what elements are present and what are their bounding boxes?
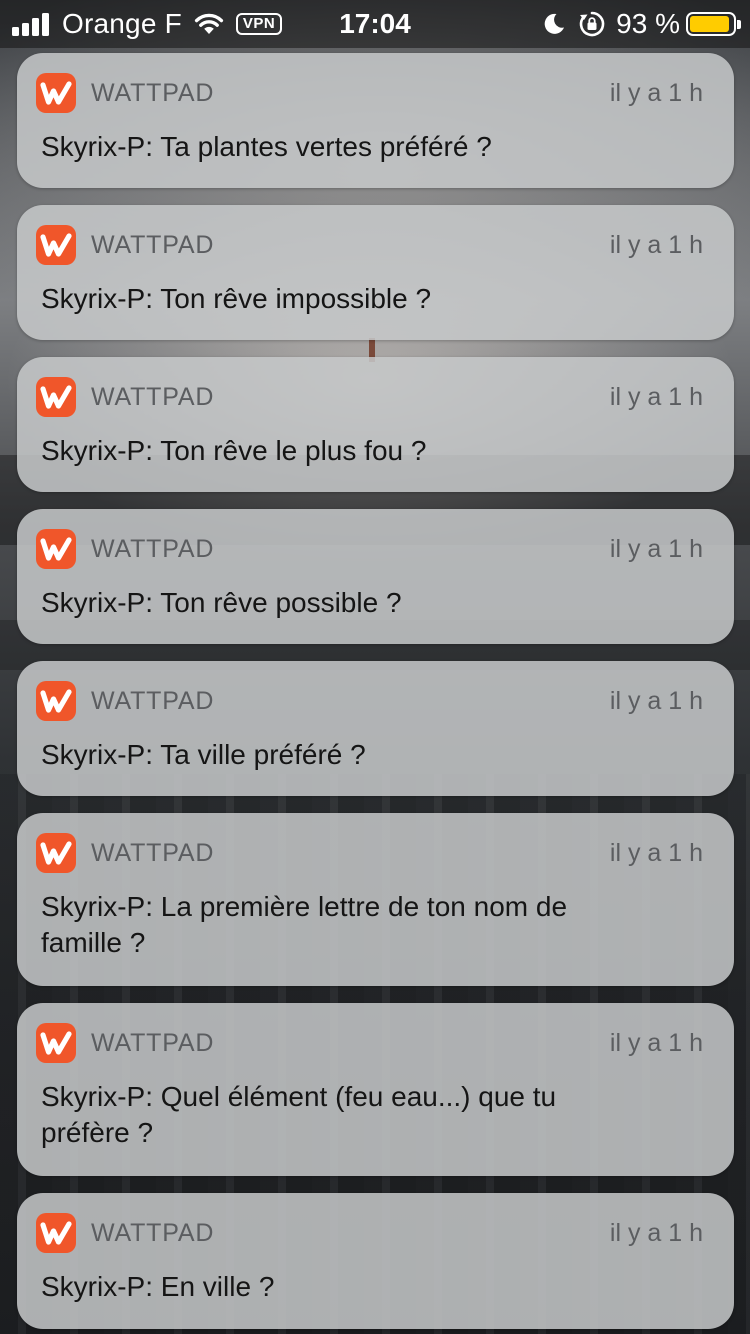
notification-card[interactable]: WATTPAD il y a 1 h Skyrix-P: En ville ? <box>17 1193 734 1329</box>
notification-time: il y a 1 h <box>609 839 703 867</box>
status-bar: Orange F VPN 17:04 93 % <box>0 0 750 48</box>
notification-card[interactable]: WATTPAD il y a 1 h Skyrix-P: Ta ville pr… <box>17 661 734 796</box>
battery-nub <box>737 20 741 29</box>
battery-percentage: 93 % <box>616 8 680 39</box>
wattpad-icon <box>36 73 76 113</box>
notification-card[interactable]: WATTPAD il y a 1 h Skyrix-P: Ton rêve im… <box>17 205 734 340</box>
notification-message: Skyrix-P: Ta plantes vertes préféré ? <box>41 131 492 162</box>
notification-message: Skyrix-P: En ville ? <box>41 1271 275 1302</box>
battery-icon <box>686 12 741 36</box>
notification-message: Skyrix-P: Ton rêve impossible ? <box>41 283 432 314</box>
notification-app-name: WATTPAD <box>91 687 215 715</box>
notification-card[interactable]: WATTPAD il y a 1 h Skyrix-P: Ton rêve po… <box>17 509 734 644</box>
moon-icon <box>544 13 565 34</box>
wattpad-icon <box>36 1023 76 1063</box>
notification-time: il y a 1 h <box>609 79 703 107</box>
notification-app-name: WATTPAD <box>91 535 215 563</box>
notification-message: Skyrix-P: Quel élément (feu eau...) que … <box>41 1081 557 1148</box>
notification-time: il y a 1 h <box>609 687 703 715</box>
notification-app-name: WATTPAD <box>91 231 215 259</box>
notification-app-name: WATTPAD <box>91 1029 215 1057</box>
notification-message: Skyrix-P: Ton rêve possible ? <box>41 587 402 618</box>
wattpad-icon <box>36 225 76 265</box>
notification-time: il y a 1 h <box>609 1029 703 1057</box>
notification-message: Skyrix-P: Ton rêve le plus fou ? <box>41 435 427 466</box>
notification-app-name: WATTPAD <box>91 79 215 107</box>
notification-app-name: WATTPAD <box>91 839 215 867</box>
notification-time: il y a 1 h <box>609 383 703 411</box>
wattpad-icon <box>36 833 76 873</box>
notification-app-name: WATTPAD <box>91 383 215 411</box>
wattpad-icon <box>36 529 76 569</box>
notification-time: il y a 1 h <box>609 1219 703 1247</box>
wattpad-icon <box>36 377 76 417</box>
notification-card[interactable]: WATTPAD il y a 1 h Skyrix-P: Ton rêve le… <box>17 357 734 492</box>
rotation-lock-icon <box>579 11 605 37</box>
wattpad-icon <box>36 681 76 721</box>
status-bar-right: 93 % <box>542 0 741 48</box>
wattpad-icon <box>36 1213 76 1253</box>
notification-message: Skyrix-P: La première lettre de ton nom … <box>41 891 568 958</box>
notification-message: Skyrix-P: Ta ville préféré ? <box>41 739 366 770</box>
notification-card[interactable]: WATTPAD il y a 1 h Skyrix-P: La première… <box>17 813 734 986</box>
notification-time: il y a 1 h <box>609 231 703 259</box>
notification-time: il y a 1 h <box>609 535 703 563</box>
notification-card[interactable]: WATTPAD il y a 1 h Skyrix-P: Ta plantes … <box>17 53 734 188</box>
notification-card[interactable]: WATTPAD il y a 1 h Skyrix-P: Quel élémen… <box>17 1003 734 1176</box>
notification-app-name: WATTPAD <box>91 1219 215 1247</box>
battery-level-fill <box>690 16 730 32</box>
